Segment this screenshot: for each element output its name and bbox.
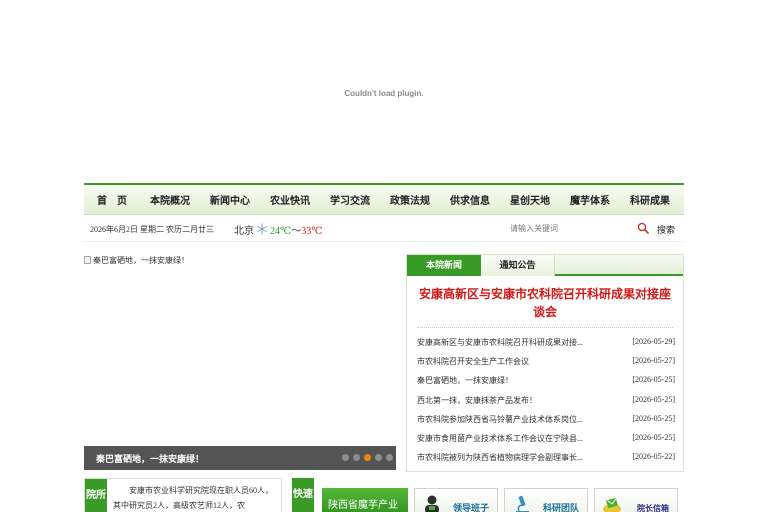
flash-plugin-area: Couldn't load plugin. [0, 0, 768, 183]
news-item-date: [2026-05-25] [632, 413, 675, 423]
news-item-title[interactable]: 安康市食用菌产业技术体系工作会议在宁陕县... [417, 433, 583, 452]
slide-image-broken[interactable]: 秦巴富硒地，一抹安康绿！ [84, 255, 189, 266]
news-item[interactable]: 安康高新区与安康市农科院召开科研成果对接... [2026-05-29] [417, 337, 675, 356]
news-list: 安康高新区与安康市农科院召开科研成果对接... [2026-05-29] 市农科院… [417, 337, 675, 471]
current-date: 2026年6月2日 星期二 农历二月廿三 [90, 225, 214, 234]
search-icon[interactable] [637, 222, 649, 234]
leader-icon [425, 495, 439, 512]
nav-item-supply[interactable]: 供求信息 [440, 192, 500, 207]
about-section-tag: 院所 [85, 479, 107, 512]
news-panel: 本院新闻 通知公告 安康高新区与安康市农科院召开科研成果对接座谈会 安康高新区与… [406, 254, 684, 472]
image-slideshow[interactable]: 秦巴富硒地，一抹安康绿！ 秦巴富硒地，一抹安康绿！ [84, 254, 396, 470]
news-item-date: [2026-05-27] [632, 356, 675, 366]
temperature-range: 24℃～33℃ [270, 222, 322, 237]
research-team-button[interactable]: 科研团队 [504, 488, 588, 512]
nav-item-agri-news[interactable]: 农业快讯 [260, 192, 320, 207]
about-text: 安康市农业科学研究院现在职人员60人，其中研究员2人，高级农艺师12人，农 [113, 486, 273, 510]
snow-icon [257, 223, 267, 235]
about-section: 院所 安康市农业科学研究院现在职人员60人，其中研究员2人，高级农艺师12人，农 [84, 478, 282, 512]
nav-item-startup[interactable]: 星创天地 [500, 192, 560, 207]
nav-item-about[interactable]: 本院概况 [140, 192, 200, 207]
director-mailbox-button[interactable]: 院长信箱 [594, 488, 678, 512]
nav-item-home[interactable]: 首 页 [84, 192, 140, 207]
news-item[interactable]: 秦巴富硒地，一抹安康绿！ [2026-05-25] [417, 375, 675, 394]
slide-dot-5[interactable] [386, 454, 393, 461]
news-item-date: [2026-05-25] [632, 394, 675, 404]
info-bar: 2026年6月2日 星期二 农历二月廿三 北京 24℃～33℃ 搜索 [84, 215, 684, 242]
news-item-title[interactable]: 市农科院参加陕西省马铃薯产业技术体系岗位... [417, 414, 583, 433]
news-item-date: [2026-05-25] [632, 375, 675, 385]
news-item-title[interactable]: 市农科院召开安全生产工作会议 [417, 356, 529, 375]
nav-item-news[interactable]: 新闻中心 [200, 192, 260, 207]
research-team-label: 科研团队 [543, 503, 580, 512]
news-item-title[interactable]: 安康高新区与安康市农科院召开科研成果对接... [417, 337, 583, 356]
slide-dot-4[interactable] [375, 454, 382, 461]
tab-institute-news[interactable]: 本院新闻 [407, 255, 481, 276]
quick-links-tag: 快速 [292, 478, 314, 512]
quick-links-section: 快速 陕西省魔芋产业 领导班子 科研团队 院长信箱 [292, 478, 684, 512]
director-mailbox-label: 院长信箱 [637, 504, 669, 512]
slide-dot-3[interactable] [364, 454, 371, 461]
nav-item-konjac[interactable]: 魔芋体系 [560, 192, 620, 207]
nav-item-learning[interactable]: 学习交流 [320, 192, 380, 207]
weather-city: 北京 [234, 226, 254, 237]
news-divider [417, 327, 673, 328]
search-input[interactable] [504, 220, 654, 237]
news-item-title[interactable]: 市农科院被列为陕西省植物病理学会副理事长... [417, 452, 583, 471]
slide-dots [342, 454, 393, 461]
temperature-separator: ～ [291, 226, 302, 237]
news-item[interactable]: 西北第一抹，安康抹茶产品发布！ [2026-05-25] [417, 395, 675, 414]
slide-dot-2[interactable] [353, 454, 360, 461]
leadership-button[interactable]: 领导班子 [414, 488, 498, 512]
plugin-error-message: Couldn't load plugin. [344, 89, 424, 98]
nav-item-policy[interactable]: 政策法规 [380, 192, 440, 207]
slide-caption[interactable]: 秦巴富硒地，一抹安康绿！ [96, 452, 204, 465]
main-nav: 首 页 本院概况 新闻中心 农业快讯 学习交流 政策法规 供求信息 星创天地 魔… [84, 183, 684, 215]
news-item-title[interactable]: 西北第一抹，安康抹茶产品发布！ [417, 395, 537, 414]
microscope-icon [516, 495, 529, 512]
news-item[interactable]: 市农科院召开安全生产工作会议 [2026-05-27] [417, 356, 675, 375]
news-item[interactable]: 安康市食用菌产业技术体系工作会议在宁陕县... [2026-05-25] [417, 433, 675, 452]
news-headline[interactable]: 安康高新区与安康市农科院召开科研成果对接座谈会 [419, 285, 671, 321]
news-item-date: [2026-05-29] [632, 337, 675, 346]
slide-dot-1[interactable] [342, 454, 349, 461]
temperature-high: 33℃ [301, 226, 323, 237]
slide-caption-bar: 秦巴富硒地，一抹安康绿！ [84, 446, 396, 470]
news-item-date: [2026-05-22] [632, 452, 675, 462]
news-item-date: [2026-05-25] [632, 432, 675, 442]
konjac-industry-banner[interactable]: 陕西省魔芋产业 [322, 488, 408, 512]
news-item[interactable]: 市农科院被列为陕西省植物病理学会副理事长... [2026-05-22] [417, 452, 675, 471]
search-button[interactable]: 搜索 [657, 223, 675, 236]
mailbox-icon [603, 497, 621, 512]
nav-item-research[interactable]: 科研成果 [620, 192, 680, 207]
broken-image-icon [84, 256, 91, 264]
news-tabs: 本院新闻 通知公告 [407, 255, 683, 276]
tab-notices[interactable]: 通知公告 [481, 255, 555, 276]
news-item-title[interactable]: 秦巴富硒地，一抹安康绿！ [417, 375, 513, 394]
news-item[interactable]: 市农科院参加陕西省马铃薯产业技术体系岗位... [2026-05-25] [417, 414, 675, 433]
temperature-low: 24℃ [270, 226, 292, 237]
leadership-label: 领导班子 [453, 503, 490, 512]
slide-image-alt: 秦巴富硒地，一抹安康绿！ [93, 256, 189, 265]
